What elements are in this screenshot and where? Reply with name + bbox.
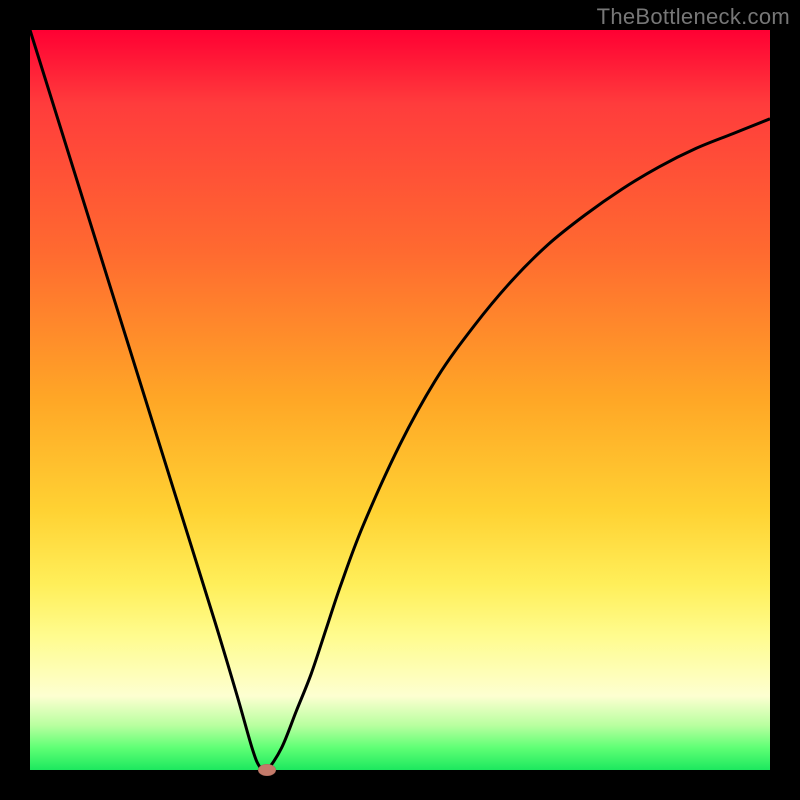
curve-svg: [30, 30, 770, 770]
bottleneck-curve-path: [30, 30, 770, 771]
watermark-label: TheBottleneck.com: [597, 4, 790, 30]
min-point-marker: [258, 764, 276, 776]
chart-frame: TheBottleneck.com: [0, 0, 800, 800]
plot-area: [30, 30, 770, 770]
